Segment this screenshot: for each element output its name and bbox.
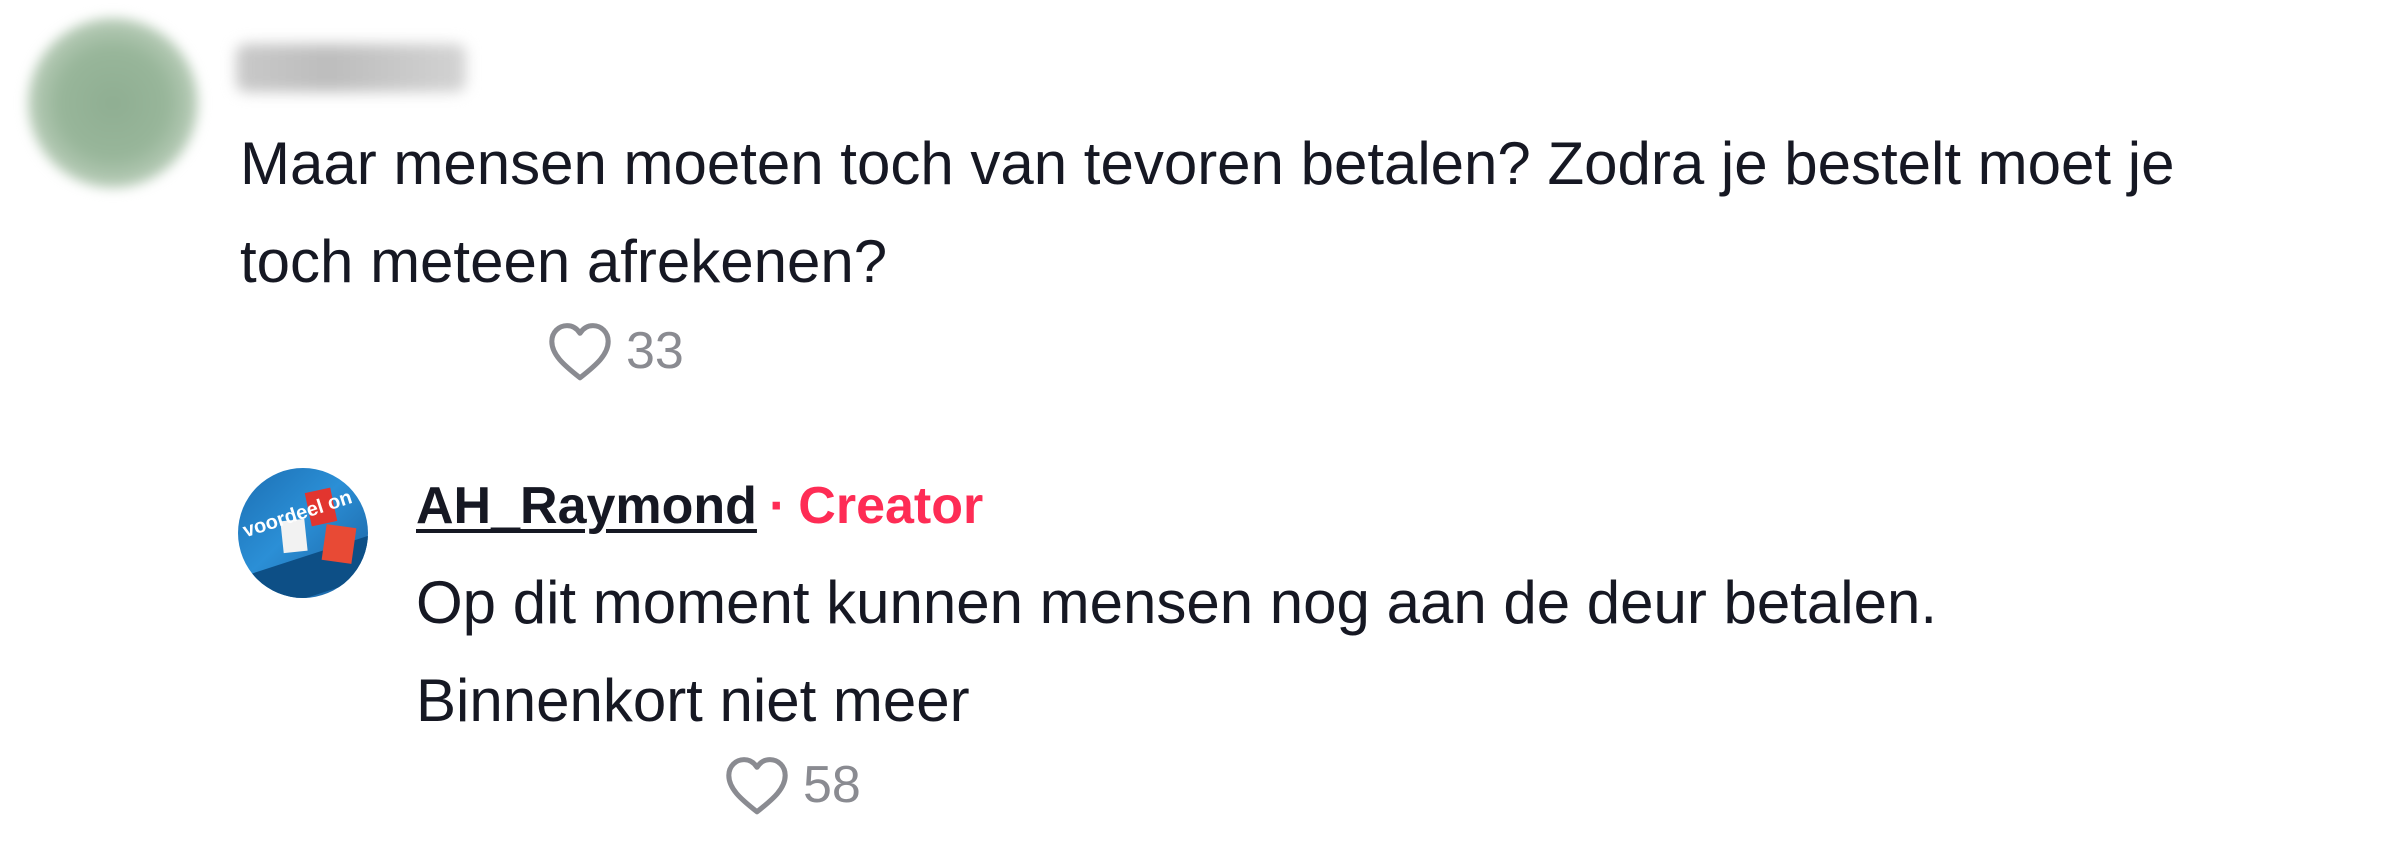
reply-header: AH_Raymond · Creator xyxy=(416,476,983,536)
avatar[interactable] xyxy=(28,18,198,188)
like-count: 58 xyxy=(803,756,861,814)
comment-text: Maar mensen moeten toch van tevoren beta… xyxy=(240,115,2174,311)
comment-text-line: Maar mensen moeten toch van tevoren beta… xyxy=(240,130,2175,197)
comment-text-line: Op dit moment kunnen mensen nog aan de d… xyxy=(416,569,1938,636)
comment-item: Maar mensen moeten toch van tevoren beta… xyxy=(0,0,2398,420)
heart-outline-icon xyxy=(726,757,788,815)
separator-dot: · xyxy=(768,477,787,535)
comment-text-line: Binnenkort niet meer xyxy=(416,667,970,734)
username-redacted[interactable] xyxy=(236,44,466,92)
comment-text: Op dit moment kunnen mensen nog aan de d… xyxy=(416,554,1937,750)
creator-badge: Creator xyxy=(798,477,984,535)
reply-item: voordeel on ag. AH_Raymond · Creator Op … xyxy=(0,440,2398,842)
heart-outline-icon xyxy=(549,323,611,381)
avatar[interactable]: voordeel on ag. xyxy=(238,468,368,598)
like-button[interactable]: 58 xyxy=(723,754,861,816)
like-count: 33 xyxy=(626,322,684,380)
username-link[interactable]: AH_Raymond xyxy=(416,476,757,536)
like-button[interactable]: 33 xyxy=(546,320,684,382)
comment-text-line: toch meteen afrekenen? xyxy=(240,228,888,295)
